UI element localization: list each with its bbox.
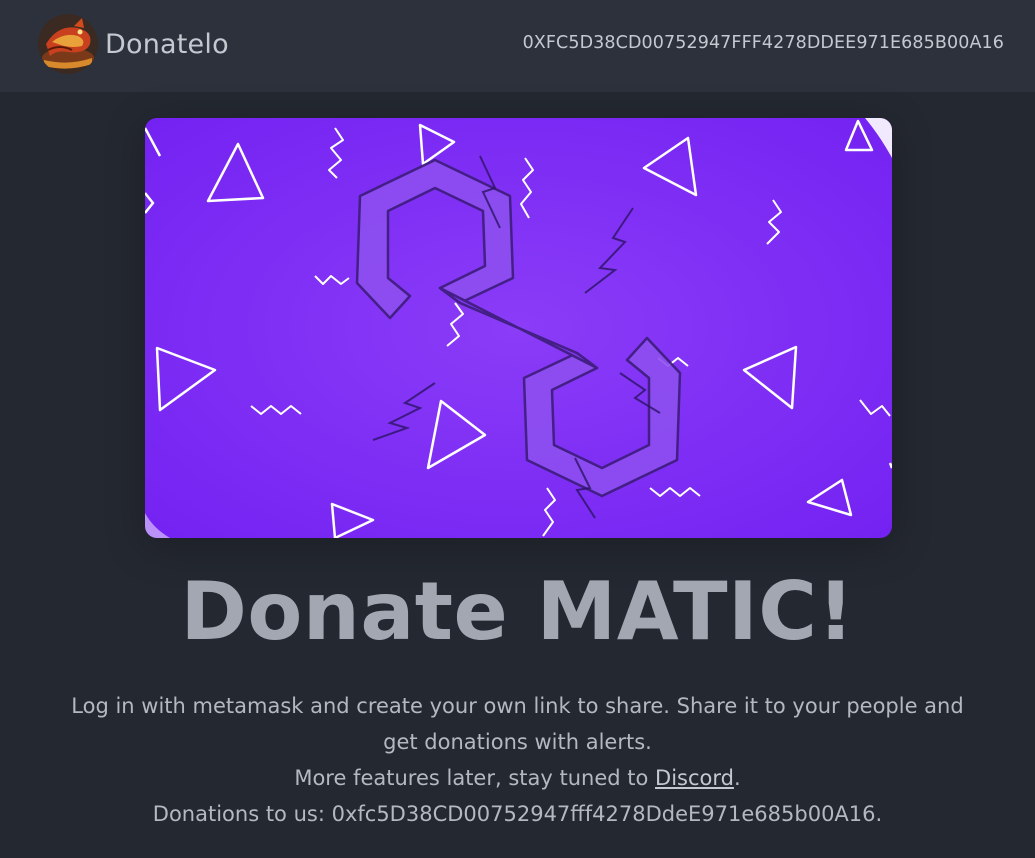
donation-suffix-text: .	[875, 802, 883, 826]
description: Log in with metamask and create your own…	[60, 688, 975, 832]
polygon-matic-logo-icon	[145, 118, 892, 538]
donation-line: Donations to us: 0xfc5D38CD00752947fff42…	[60, 796, 975, 832]
matic-banner	[145, 118, 892, 538]
dragon-avatar-icon	[38, 14, 98, 74]
description-line-2: More features later, stay tuned to Disco…	[60, 760, 975, 796]
description-line-1: Log in with metamask and create your own…	[71, 694, 964, 754]
wallet-address[interactable]: 0XFC5D38CD00752947FFF4278DDEE971E685B00A…	[523, 33, 1004, 53]
donation-prefix-text: Donations to us:	[152, 802, 332, 826]
brand-link[interactable]: Donatelo	[38, 14, 229, 74]
donation-address: 0xfc5D38CD00752947fff4278DdeE971e685b00A…	[331, 802, 876, 826]
page-title: Donate MATIC!	[180, 565, 855, 658]
navbar: Donatelo 0XFC5D38CD00752947FFF4278DDEE97…	[0, 0, 1035, 92]
discord-prefix-text: More features later, stay tuned to	[294, 766, 656, 790]
discord-link[interactable]: Discord	[655, 766, 734, 790]
brand-name: Donatelo	[105, 28, 229, 60]
discord-suffix-text: .	[733, 766, 741, 790]
